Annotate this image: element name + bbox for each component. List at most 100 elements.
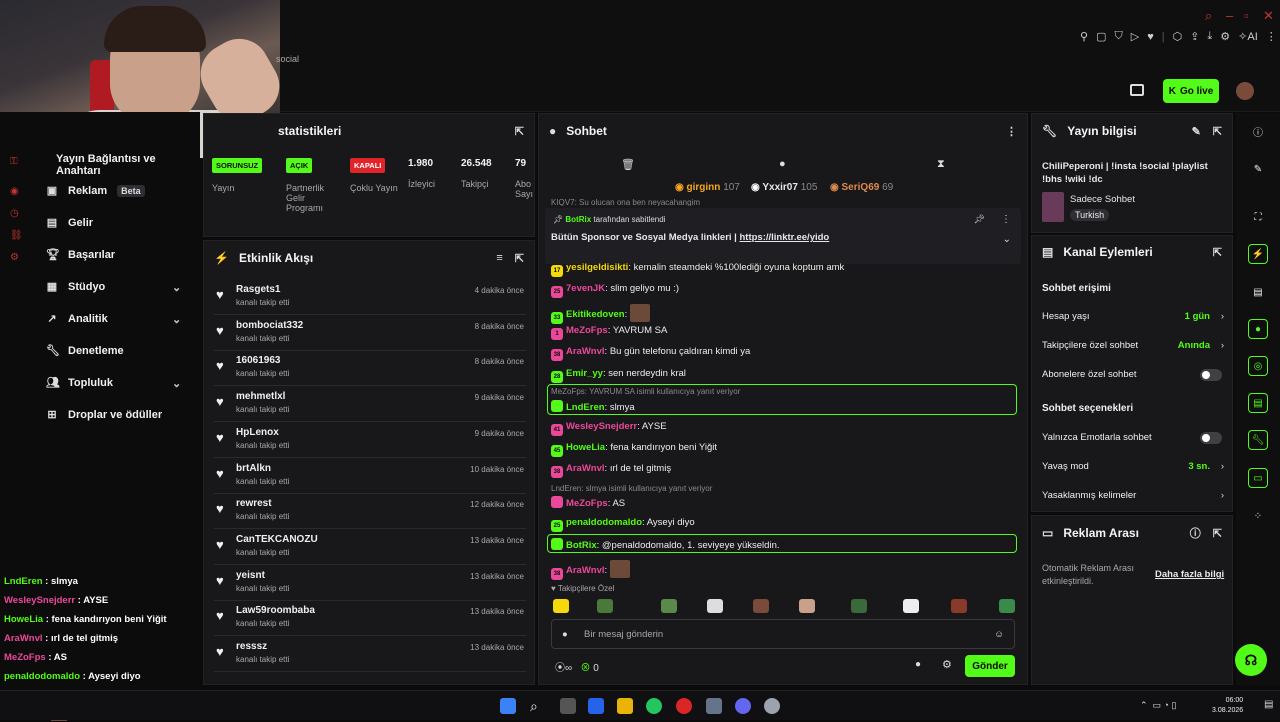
more-icon[interactable]: ⋮ [1006,125,1017,138]
edit-icon[interactable]: ✎ [1192,125,1201,138]
discord-icon[interactable] [735,698,751,714]
info-icon[interactable]: ⓘ [1248,121,1268,141]
expand-icon[interactable]: ⇱ [1213,125,1222,138]
menu-icon[interactable]: ⋮ [1266,30,1277,43]
follower-name[interactable]: mehmetlxl [236,391,285,402]
follower-name[interactable]: HpLenox [236,427,279,438]
chat-username[interactable]: Ekitikedoven [566,309,625,320]
chat-username[interactable]: penaldodomaldo [566,517,642,528]
sidebar-item-topluluk[interactable]: 👥︎ Topluluk ⌄ [0,367,200,399]
mail-icon[interactable] [588,698,604,714]
notification-icon[interactable]: ▤ [1264,699,1273,710]
list-icon[interactable]: ▤ [1248,282,1268,302]
emote-button[interactable] [951,599,967,613]
folder-icon[interactable] [617,698,633,714]
minimize-icon[interactable]: – [1226,8,1233,23]
emote-button[interactable] [707,599,723,613]
close-icon[interactable]: ✕ [1263,8,1274,24]
trash-icon[interactable]: 🗑︎ [621,158,635,171]
sidebar-item-analitik[interactable]: ↗ Analitik ⌄ [0,303,200,335]
ai-icon[interactable]: ✧AI [1238,30,1258,43]
sidebar-item-basarilar[interactable]: 🏆︎ Başarılar [0,239,200,271]
emote-button[interactable] [661,599,677,613]
go-live-button[interactable]: K Go live [1163,79,1219,103]
emote-button[interactable] [903,599,919,613]
emote-button[interactable] [753,599,769,613]
emote-button[interactable] [851,599,867,613]
follower-name[interactable]: brtAlkn [236,463,271,474]
sidebar-item-gelir[interactable]: ▤ Gelir [0,207,200,239]
pinned-link[interactable]: https://linktr.ee/yido [739,232,829,243]
help-button[interactable]: ☊ [1235,644,1267,676]
info-icon[interactable]: ⓘ [1190,525,1201,541]
sidebar-item-reklam[interactable]: ▣ Reklam Beta [0,175,200,207]
chat-username[interactable]: Emir_yy [566,368,603,379]
more-icon[interactable]: ⋮ [1001,214,1011,225]
chat-username[interactable]: WesleySnejderr [566,421,637,432]
hourglass-icon[interactable]: ⧗ [937,158,945,171]
heart-icon[interactable]: ♥ [1147,31,1154,43]
clock[interactable]: 06:00 3.08.2026 [1212,696,1243,716]
broadcast-icon[interactable]: ◎ [1248,356,1268,376]
chevron-down-icon[interactable]: ⌄ [1003,234,1011,245]
chat-username[interactable]: AraWnvl [566,565,605,576]
follower-name[interactable]: bombociat332 [236,320,303,331]
lightning-icon[interactable]: ⚡ [1248,244,1268,264]
chat-bubble-icon[interactable]: ● [779,158,786,170]
channel-icon[interactable]: ▤ [1248,393,1268,413]
settings-icon[interactable]: ⚙ [1220,30,1230,43]
chat-username[interactable]: AraWnvl [566,463,605,474]
chat-users-icon[interactable]: ● [915,659,921,670]
shield-icon[interactable]: ⛉ [1114,30,1122,43]
chat-username[interactable]: BotRix [566,540,597,551]
learn-more-link[interactable]: Daha fazla bilgi [1155,569,1224,580]
tv-icon[interactable]: ▭ [1248,468,1268,488]
chat-username[interactable]: AraWnvl [566,346,605,357]
emoji-icon[interactable]: ☺ [994,629,1004,640]
emote-button[interactable] [553,599,569,613]
app-icon[interactable] [706,698,722,714]
follower-name[interactable]: Rasgets1 [236,284,280,295]
tray-icons[interactable]: ⌃ ▭ ◔ ▯ [1140,700,1176,711]
expand-icon[interactable]: ⇱ [515,252,524,265]
banned-words-setting[interactable]: Yasaklanmış kelimeler › [1042,490,1224,501]
expand-icon[interactable]: ⇱ [515,125,524,138]
emote-only-toggle[interactable] [1200,432,1222,444]
chat-icon[interactable]: ● [1248,319,1268,339]
filter-icon[interactable]: ≡ [496,252,502,264]
extensions-icon[interactable]: ⬡ [1173,30,1183,43]
follower-name[interactable]: resssz [236,641,267,652]
expand-icon[interactable]: ⇱ [1213,246,1222,259]
fullscreen-icon[interactable]: ⛶ [1248,207,1268,227]
subscribers-only-toggle[interactable] [1200,369,1222,381]
follower-name[interactable]: Law59roombaba [236,605,315,616]
unpin-icon[interactable]: 📌︎ [974,214,985,225]
follower-name[interactable]: yeisnt [236,570,265,581]
emote-button[interactable] [597,599,613,613]
emote-button[interactable] [799,599,815,613]
layout-icon[interactable]: ⁘ [1248,506,1268,526]
sidebar-item-stream-key[interactable]: Yayın Bağlantısı ve Anahtarı [56,153,200,177]
points-area[interactable]: ⦿∞ ⊗ 0 [555,659,599,674]
slow-mode-setting[interactable]: Yavaş mod 3 sn. › [1042,461,1224,472]
top-donor-2[interactable]: ◉ Yxxir07 105 [751,182,817,193]
download-icon[interactable]: ⤓ [1207,30,1212,43]
spotify-icon[interactable] [646,698,662,714]
sidebar-item-studyo[interactable]: ▦ Stüdyo ⌄ [0,271,200,303]
chat-username[interactable]: LndEren [566,402,605,413]
chat-username[interactable]: yesilgeldisikti [566,262,628,273]
follower-name[interactable]: 16061963 [236,355,281,366]
follower-name[interactable]: rewrest [236,498,272,509]
chat-username[interactable]: MeZoFps [566,498,608,509]
chat-input[interactable]: ● Bir mesaj gönderin ☺ [551,619,1015,649]
top-donor-1[interactable]: ◉ girginn 107 [675,182,740,193]
screenshot-icon[interactable]: ▢ [1096,30,1106,43]
chat-username[interactable]: HoweLia [566,442,605,453]
followers-only-setting[interactable]: Takipçilere özel sohbet Anında › [1042,340,1224,351]
sidebar-item-denetleme[interactable]: 🔧︎ Denetleme [0,335,200,367]
start-icon[interactable] [500,698,516,714]
app2-icon[interactable] [764,698,780,714]
avatar[interactable] [1236,82,1254,100]
play-icon[interactable]: ▷ [1131,30,1139,43]
wrench-icon[interactable]: 🔧︎ [1248,430,1268,450]
